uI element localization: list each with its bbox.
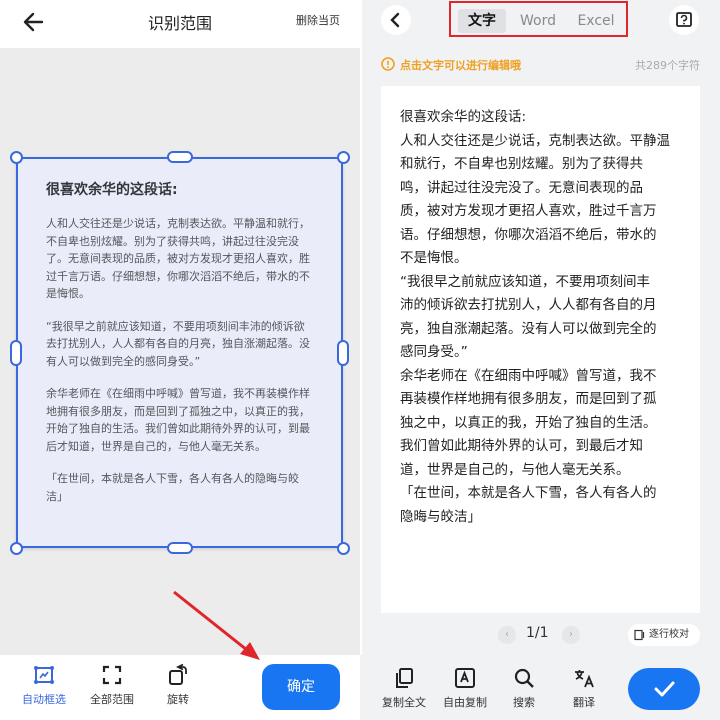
warning-icon xyxy=(381,57,395,71)
next-page-button[interactable]: › xyxy=(562,626,580,644)
annotation-arrow xyxy=(173,590,260,660)
translate-label: 翻译 xyxy=(573,696,595,709)
page-indicator: ‹ 1/1 › xyxy=(498,624,582,646)
copy-all-label: 复制全文 xyxy=(382,696,426,709)
search-icon xyxy=(514,668,534,688)
free-copy-label: 自由复制 xyxy=(443,696,487,709)
text-line[interactable]: 语。仔细想想，你哪次滔滔不绝后，带水的 xyxy=(400,224,684,248)
page-number: 1/1 xyxy=(526,625,549,641)
back-button[interactable] xyxy=(381,5,411,35)
text-line[interactable]: 亮，独自涨潮起落。没有人可以做到完全的 xyxy=(400,318,684,342)
panel-divider xyxy=(360,0,362,720)
corner-handle-top-right[interactable] xyxy=(337,151,350,164)
text-line[interactable]: 隐晦与皎洁」 xyxy=(400,506,684,530)
edge-handle-top[interactable] xyxy=(167,151,193,163)
edit-hint: 点击文字可以进行编辑哦 xyxy=(400,59,521,72)
corner-handle-bottom-left[interactable] xyxy=(10,542,23,555)
edge-handle-left[interactable] xyxy=(10,340,22,366)
full-range-button[interactable]: 全部范围 xyxy=(82,663,142,707)
prev-page-button[interactable]: ‹ xyxy=(498,626,516,644)
text-line[interactable]: 独之中，以真正的我，开始了独自的生活。 xyxy=(400,412,684,436)
text-line[interactable]: 「在世间，本就是各人下雪，各人有各人的 xyxy=(400,482,684,506)
corner-handle-bottom-right[interactable] xyxy=(337,542,350,555)
text-line[interactable]: 质，被对方发现才更招人喜欢，胜过千言万 xyxy=(400,200,684,224)
search-button[interactable]: 搜索 xyxy=(496,666,552,710)
help-button[interactable] xyxy=(669,5,699,35)
full-range-icon xyxy=(102,665,122,685)
checkmark-icon xyxy=(654,681,675,697)
line-verify-label: 逐行校对 xyxy=(649,629,689,640)
corner-handle-top-left[interactable] xyxy=(10,151,23,164)
text-line[interactable]: “我很早之前就应该知道，不要用项刻间丰 xyxy=(400,271,684,295)
tab-excel[interactable]: Excel xyxy=(569,9,623,33)
translate-button[interactable]: 翻译 xyxy=(556,666,612,710)
help-icon xyxy=(676,12,692,27)
text-line[interactable]: 很喜欢余华的这段话: xyxy=(400,106,684,130)
confirm-button[interactable]: 确定 xyxy=(262,664,340,710)
translate-icon xyxy=(575,670,594,688)
done-button[interactable] xyxy=(628,668,700,710)
text-line[interactable]: 我们曾如此期待外界的认可，到最后才知 xyxy=(400,435,684,459)
text-line[interactable]: 鸣，讲起过往没完没了。无意间表现的品 xyxy=(400,177,684,201)
rotate-label: 旋转 xyxy=(167,693,189,706)
text-line[interactable]: 不是悔恨。 xyxy=(400,247,684,271)
recognized-text-area[interactable]: 很喜欢余华的这段话: 人和人交往还是少说话，克制表达欲。平静温 和就行，不自卑也… xyxy=(381,86,700,613)
auto-select-label: 自动框选 xyxy=(22,693,66,706)
text-line[interactable]: 和就行，不自卑也别炫耀。别为了获得共 xyxy=(400,153,684,177)
text-line[interactable]: 再装模作样地拥有很多朋友，而是回到了孤 xyxy=(400,388,684,412)
copy-all-button[interactable]: 复制全文 xyxy=(376,666,432,710)
full-range-label: 全部范围 xyxy=(90,693,134,706)
auto-select-icon xyxy=(34,666,54,684)
free-copy-icon xyxy=(455,668,475,688)
tab-word[interactable]: Word xyxy=(512,9,564,33)
text-line[interactable]: 人和人交往还是少说话，克制表达欲。平静温 xyxy=(400,130,684,154)
format-tabs: 文字 Word Excel xyxy=(449,1,628,37)
selection-frame[interactable] xyxy=(16,157,343,548)
crop-header: 识别范围 删除当页 xyxy=(0,0,360,48)
character-count: 共289个字符 xyxy=(635,59,700,72)
text-line[interactable]: 沛的倾诉欲去打扰别人，人人都有各自的月 xyxy=(400,294,684,318)
search-label: 搜索 xyxy=(513,696,535,709)
text-line[interactable]: 道，世界是自己的，与他人毫无关系。 xyxy=(400,459,684,483)
tab-text[interactable]: 文字 xyxy=(458,9,506,33)
crop-panel: 识别范围 删除当页 很喜欢余华的这段话: 人和人交往还是少说话，克制表达欲。平静… xyxy=(0,0,360,720)
verify-icon xyxy=(634,629,645,641)
line-verify-button[interactable]: 逐行校对 xyxy=(628,624,700,646)
auto-select-button[interactable]: 自动框选 xyxy=(14,663,74,707)
edge-handle-right[interactable] xyxy=(337,340,349,366)
free-copy-button[interactable]: 自由复制 xyxy=(437,666,493,710)
text-line[interactable]: 余华老师在《在细雨中呼喊》曾写道，我不 xyxy=(400,365,684,389)
chevron-left-icon xyxy=(390,12,400,28)
delete-page-button[interactable]: 删除当页 xyxy=(296,12,340,28)
copy-icon xyxy=(396,668,413,688)
edge-handle-bottom[interactable] xyxy=(167,542,193,554)
text-line[interactable]: 感同身受。” xyxy=(400,341,684,365)
